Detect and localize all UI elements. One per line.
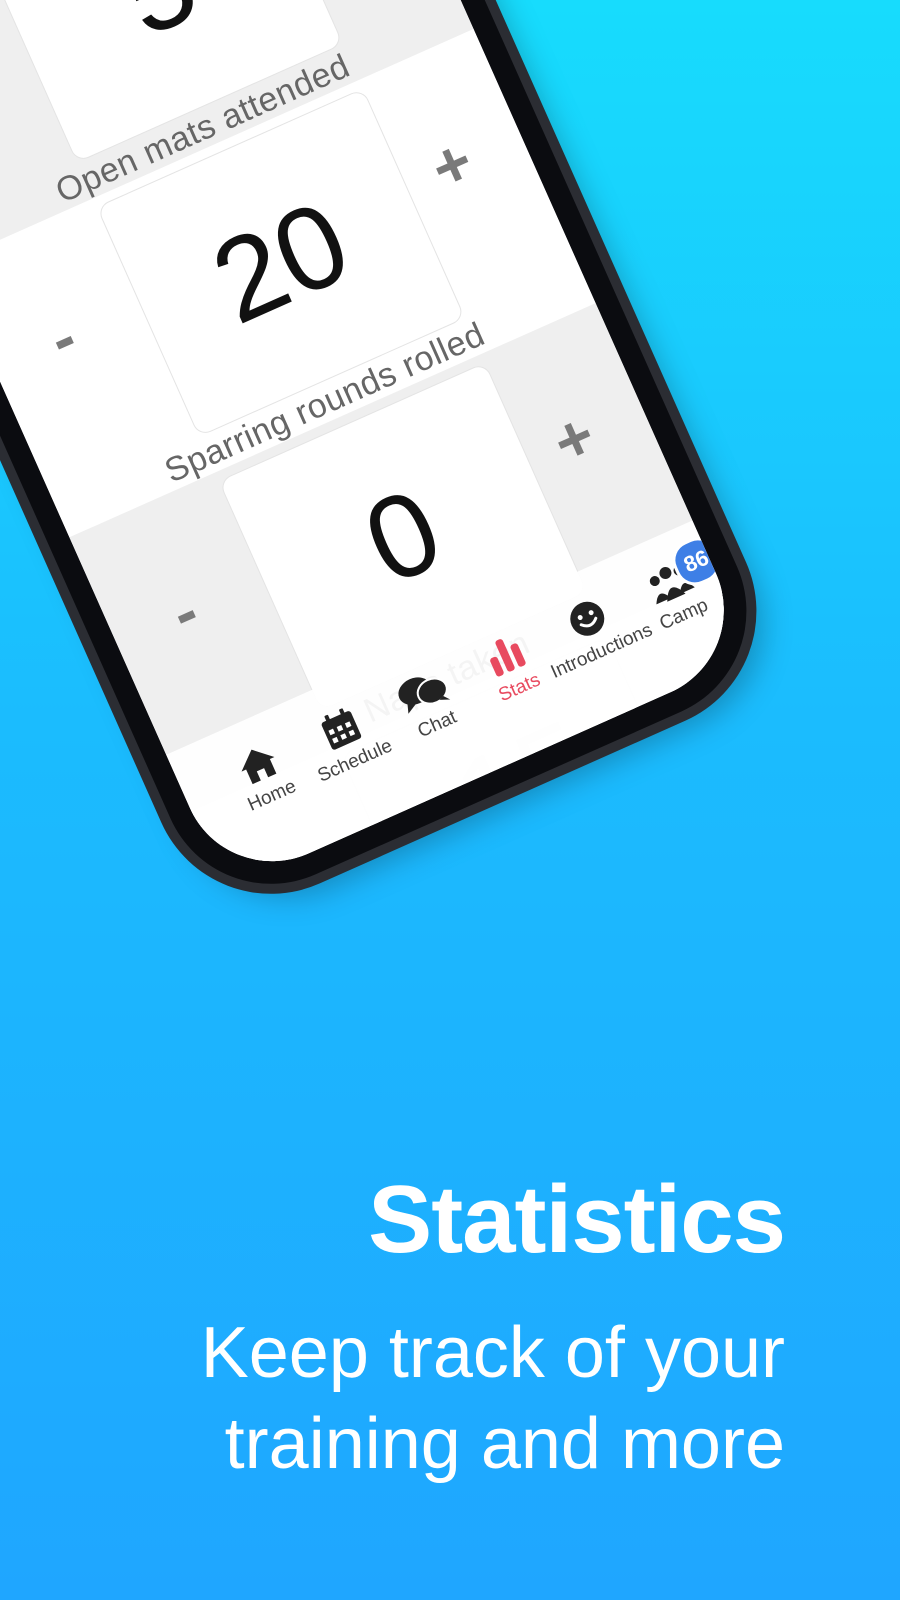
decrement-button[interactable]: - <box>12 282 113 393</box>
promo-title: Statistics <box>368 1166 786 1273</box>
promo-subtitle-line-2: training and more <box>224 1403 785 1484</box>
promo-subtitle: Keep track of your training and more <box>201 1308 785 1489</box>
bar-chart-icon <box>490 639 526 677</box>
phone-screen: - 5 + Open mats attended - 20 + Sparring… <box>0 0 753 890</box>
increment-button[interactable]: + <box>524 383 625 494</box>
promo-subtitle-line-1: Keep track of your <box>200 1313 785 1393</box>
promo-headline: Statistics Keep track of your training a… <box>201 1166 786 1489</box>
calendar-icon <box>321 708 362 750</box>
smiley-icon <box>570 601 605 636</box>
decrement-button[interactable]: - <box>134 557 235 668</box>
increment-button[interactable]: + <box>402 109 503 220</box>
phone-mockup: - 5 + Open mats attended - 20 + Sparring… <box>0 0 782 920</box>
